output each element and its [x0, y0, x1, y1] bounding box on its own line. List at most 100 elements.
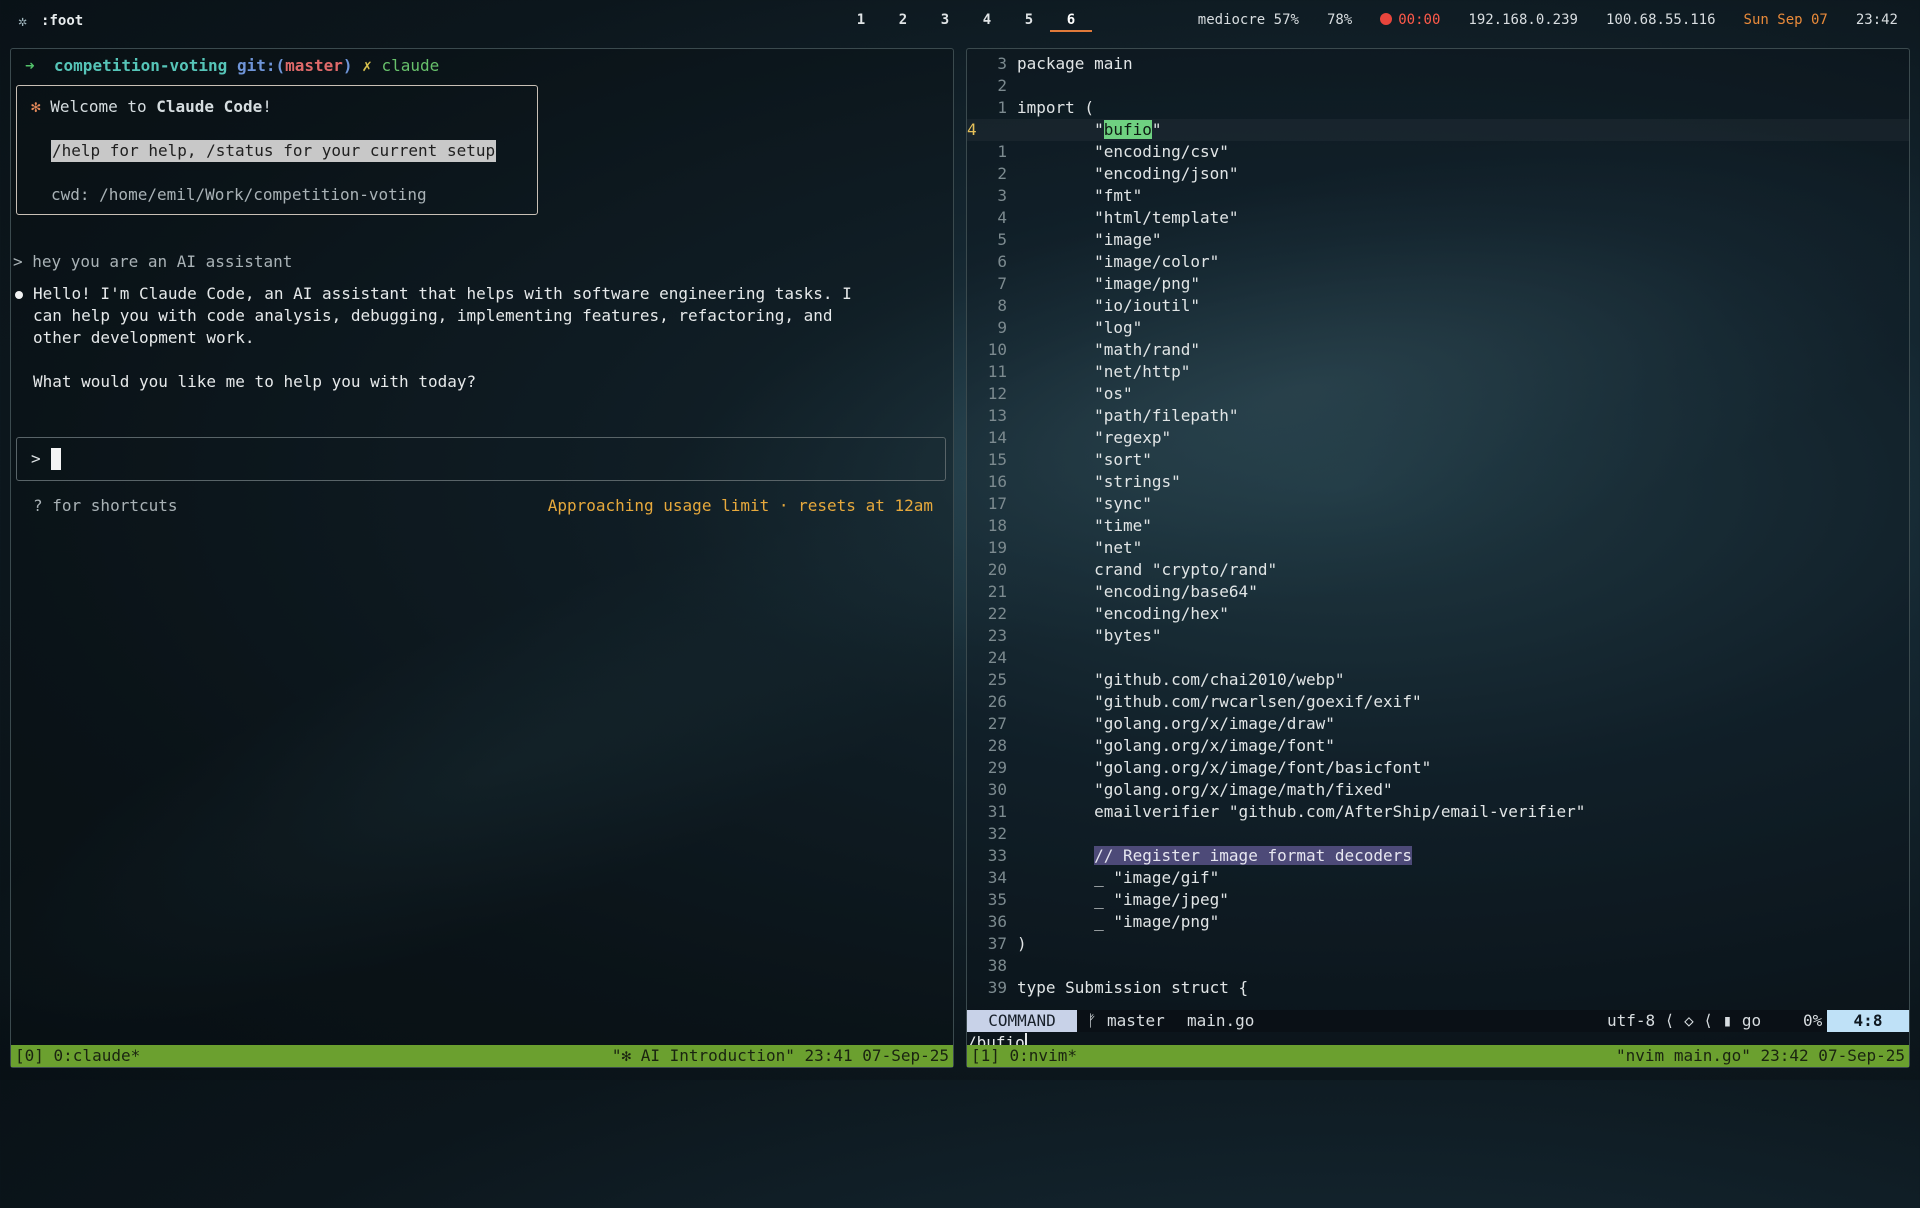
gear-icon: ✲	[18, 12, 28, 30]
tmux-window-name[interactable]: [0] 0:claude*	[15, 1045, 140, 1067]
workspace-2[interactable]: 2	[882, 12, 924, 32]
battery-status[interactable]: 78%	[1327, 12, 1352, 28]
code-line[interactable]: 25 "github.com/chai2010/webp"	[967, 669, 1909, 691]
code-text: "golang.org/x/image/font"	[1017, 736, 1335, 755]
code-line[interactable]: 31 emailverifier "github.com/AfterShip/e…	[967, 801, 1909, 823]
code-line[interactable]: 22 "encoding/hex"	[967, 603, 1909, 625]
code-text: "encoding/csv"	[1017, 142, 1229, 161]
code-line[interactable]: 19 "net"	[967, 537, 1909, 559]
line-number: 36	[987, 912, 1007, 931]
line-number: 5	[997, 230, 1007, 249]
code-line[interactable]: 35 _ "image/jpeg"	[967, 889, 1909, 911]
code-text: "sort"	[1017, 450, 1152, 469]
code-text: "sync"	[1017, 494, 1152, 513]
line-number: 30	[987, 780, 1007, 799]
code-text: )	[1017, 934, 1027, 953]
code-text: "github.com/chai2010/webp"	[1017, 670, 1345, 689]
code-line[interactable]: 23 "bytes"	[967, 625, 1909, 647]
code-line[interactable]: 17 "sync"	[967, 493, 1909, 515]
workspace-1[interactable]: 1	[840, 12, 882, 32]
code-line[interactable]: 14 "regexp"	[967, 427, 1909, 449]
code-text: "os"	[1017, 384, 1133, 403]
code-line[interactable]: 29 "golang.org/x/image/font/basicfont"	[967, 757, 1909, 779]
code-line[interactable]: 2	[967, 75, 1909, 97]
line-number: 37	[987, 934, 1007, 953]
shell-prompt: ➜ competition-voting git:(master) ✗ clau…	[25, 55, 439, 77]
terminal-pane-claude[interactable]: ➜ competition-voting git:(master) ✗ clau…	[10, 48, 954, 1068]
code-line[interactable]: 3 package main	[967, 53, 1909, 75]
code-line[interactable]: 1 "encoding/csv"	[967, 141, 1909, 163]
code-line[interactable]: 10 "math/rand"	[967, 339, 1909, 361]
prompt-git-prefix: git:(	[236, 56, 286, 75]
pomodoro-timer[interactable]: 00:00	[1380, 12, 1440, 28]
code-line[interactable]: 20 crand "crypto/rand"	[967, 559, 1909, 581]
workspace-4[interactable]: 4	[966, 12, 1008, 32]
code-line[interactable]: 4 "html/template"	[967, 207, 1909, 229]
line-number: 11	[987, 362, 1007, 381]
line-number: 9	[997, 318, 1007, 337]
code-editor[interactable]: 3 package main 2 1 import (4 "bufio" 1 "encod…	[967, 53, 1909, 999]
workspace-5[interactable]: 5	[1008, 12, 1050, 32]
code-text: "bytes"	[1017, 626, 1162, 645]
code-line[interactable]: 13 "path/filepath"	[967, 405, 1909, 427]
code-line[interactable]: 8 "io/ioutil"	[967, 295, 1909, 317]
code-text: "encoding/hex"	[1017, 604, 1229, 623]
code-line[interactable]: 15 "sort"	[967, 449, 1909, 471]
line-number: 10	[987, 340, 1007, 359]
code-line[interactable]: 9 "log"	[967, 317, 1909, 339]
tmux-window-name[interactable]: [1] 0:nvim*	[971, 1045, 1077, 1067]
line-number: 26	[987, 692, 1007, 711]
code-line[interactable]: 4 "bufio"	[967, 119, 1909, 141]
input-prompt: >	[31, 449, 41, 468]
prompt-git-suffix: )	[342, 56, 353, 75]
window-title: :foot	[41, 13, 84, 29]
code-line[interactable]: 26 "github.com/rwcarlsen/goexif/exif"	[967, 691, 1909, 713]
code-line[interactable]: 7 "image/png"	[967, 273, 1909, 295]
line-number: 6	[997, 252, 1007, 271]
chat-input[interactable]: >	[16, 437, 946, 481]
code-line[interactable]: 1 import (	[967, 97, 1909, 119]
code-text: import (	[1017, 98, 1095, 117]
workspace-3[interactable]: 3	[924, 12, 966, 32]
line-number: 28	[987, 736, 1007, 755]
code-line[interactable]: 38	[967, 955, 1909, 977]
code-text: "time"	[1017, 516, 1152, 535]
line-number: 24	[987, 648, 1007, 667]
code-line[interactable]: 33 // Register image format decoders	[967, 845, 1909, 867]
code-line[interactable]: 27 "golang.org/x/image/draw"	[967, 713, 1909, 735]
code-line[interactable]: 5 "image"	[967, 229, 1909, 251]
code-text: "math/rand"	[1017, 340, 1201, 359]
clock[interactable]: 23:42	[1856, 12, 1898, 28]
active-app: ✲ :foot	[18, 12, 83, 30]
prompt-arrow-icon: ➜	[25, 56, 35, 75]
code-line[interactable]: 32	[967, 823, 1909, 845]
code-line[interactable]: 12 "os"	[967, 383, 1909, 405]
code-line[interactable]: 34 _ "image/gif"	[967, 867, 1909, 889]
tmux-pane-title: "nvim main.go" 23:42 07-Sep-25	[1616, 1046, 1905, 1065]
code-line[interactable]: 21 "encoding/base64"	[967, 581, 1909, 603]
code-line[interactable]: 36 _ "image/png"	[967, 911, 1909, 933]
code-line[interactable]: 39 type Submission struct {	[967, 977, 1909, 999]
line-number: 14	[987, 428, 1007, 447]
code-line[interactable]: 6 "image/color"	[967, 251, 1909, 273]
code-line[interactable]: 24	[967, 647, 1909, 669]
code-text: "github.com/rwcarlsen/goexif/exif"	[1017, 692, 1422, 711]
code-line[interactable]: 16 "strings"	[967, 471, 1909, 493]
line-number: 13	[987, 406, 1007, 425]
terminal-pane-nvim[interactable]: 3 package main 2 1 import (4 "bufio" 1 "encod…	[966, 48, 1910, 1068]
code-line[interactable]: 2 "encoding/json"	[967, 163, 1909, 185]
code-line[interactable]: 11 "net/http"	[967, 361, 1909, 383]
workspace-6[interactable]: 6	[1050, 12, 1092, 32]
code-line[interactable]: 3 "fmt"	[967, 185, 1909, 207]
code-text: "strings"	[1017, 472, 1181, 491]
tmux-status-bar: [1] 0:nvim* "nvim main.go" 23:42 07-Sep-…	[967, 1045, 1909, 1067]
code-line[interactable]: 30 "golang.org/x/image/math/fixed"	[967, 779, 1909, 801]
line-number: 33	[987, 846, 1007, 865]
code-line[interactable]: 37)	[967, 933, 1909, 955]
code-line[interactable]: 28 "golang.org/x/image/font"	[967, 735, 1909, 757]
line-number: 17	[987, 494, 1007, 513]
date[interactable]: Sun Sep 07	[1744, 12, 1828, 28]
wifi-status[interactable]: mediocre 57%	[1198, 12, 1299, 28]
code-line[interactable]: 18 "time"	[967, 515, 1909, 537]
line-number: 27	[987, 714, 1007, 733]
